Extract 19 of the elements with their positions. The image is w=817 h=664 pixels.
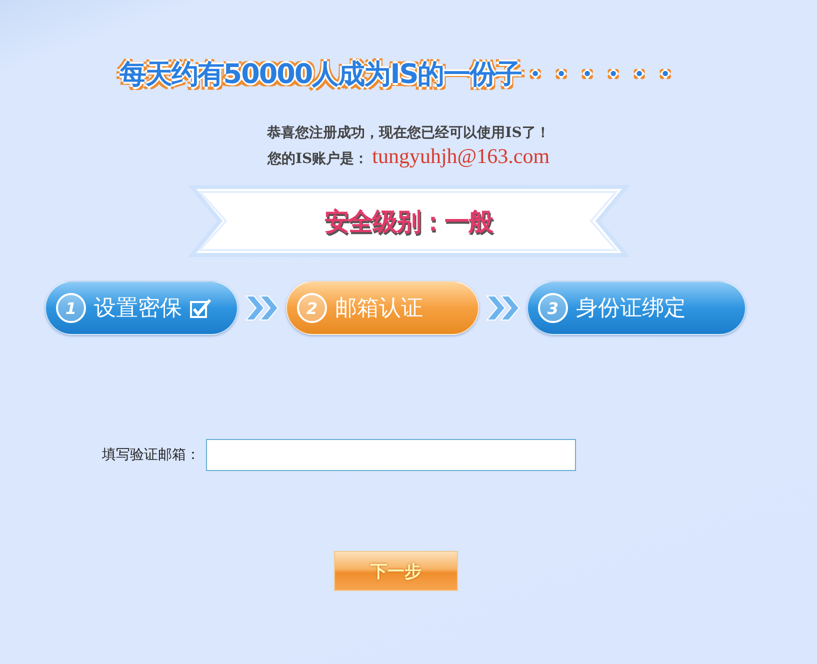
step-label: 设置密保 xyxy=(94,295,182,323)
email-field[interactable] xyxy=(206,439,576,471)
email-label: 填写验证邮箱： xyxy=(102,446,200,464)
step-number: 2 xyxy=(297,293,327,323)
headline: 每天约有50000人成为IS的一份子・・・・・・ xyxy=(119,58,678,92)
double-chevron-icon xyxy=(485,294,521,322)
step-label: 身份证绑定 xyxy=(576,295,686,323)
step-tab[interactable]: 3 身份证绑定 xyxy=(527,281,746,335)
security-level: 安全级别：一般 xyxy=(324,206,492,238)
step-label: 邮箱认证 xyxy=(335,295,423,323)
step-tab[interactable]: 2 邮箱认证 xyxy=(286,281,479,335)
step-number: 1 xyxy=(56,293,86,323)
account-email: tungyuhjh@163.com xyxy=(372,144,550,169)
account-label: 您的IS账户是： xyxy=(267,150,368,168)
double-chevron-icon xyxy=(244,294,280,322)
next-button[interactable]: 下一步 xyxy=(334,551,458,591)
success-message: 恭喜您注册成功，现在您已经可以使用IS了！ xyxy=(267,124,550,142)
step-tab[interactable]: 1 设置密保 xyxy=(45,281,238,335)
step-number: 3 xyxy=(538,293,568,323)
